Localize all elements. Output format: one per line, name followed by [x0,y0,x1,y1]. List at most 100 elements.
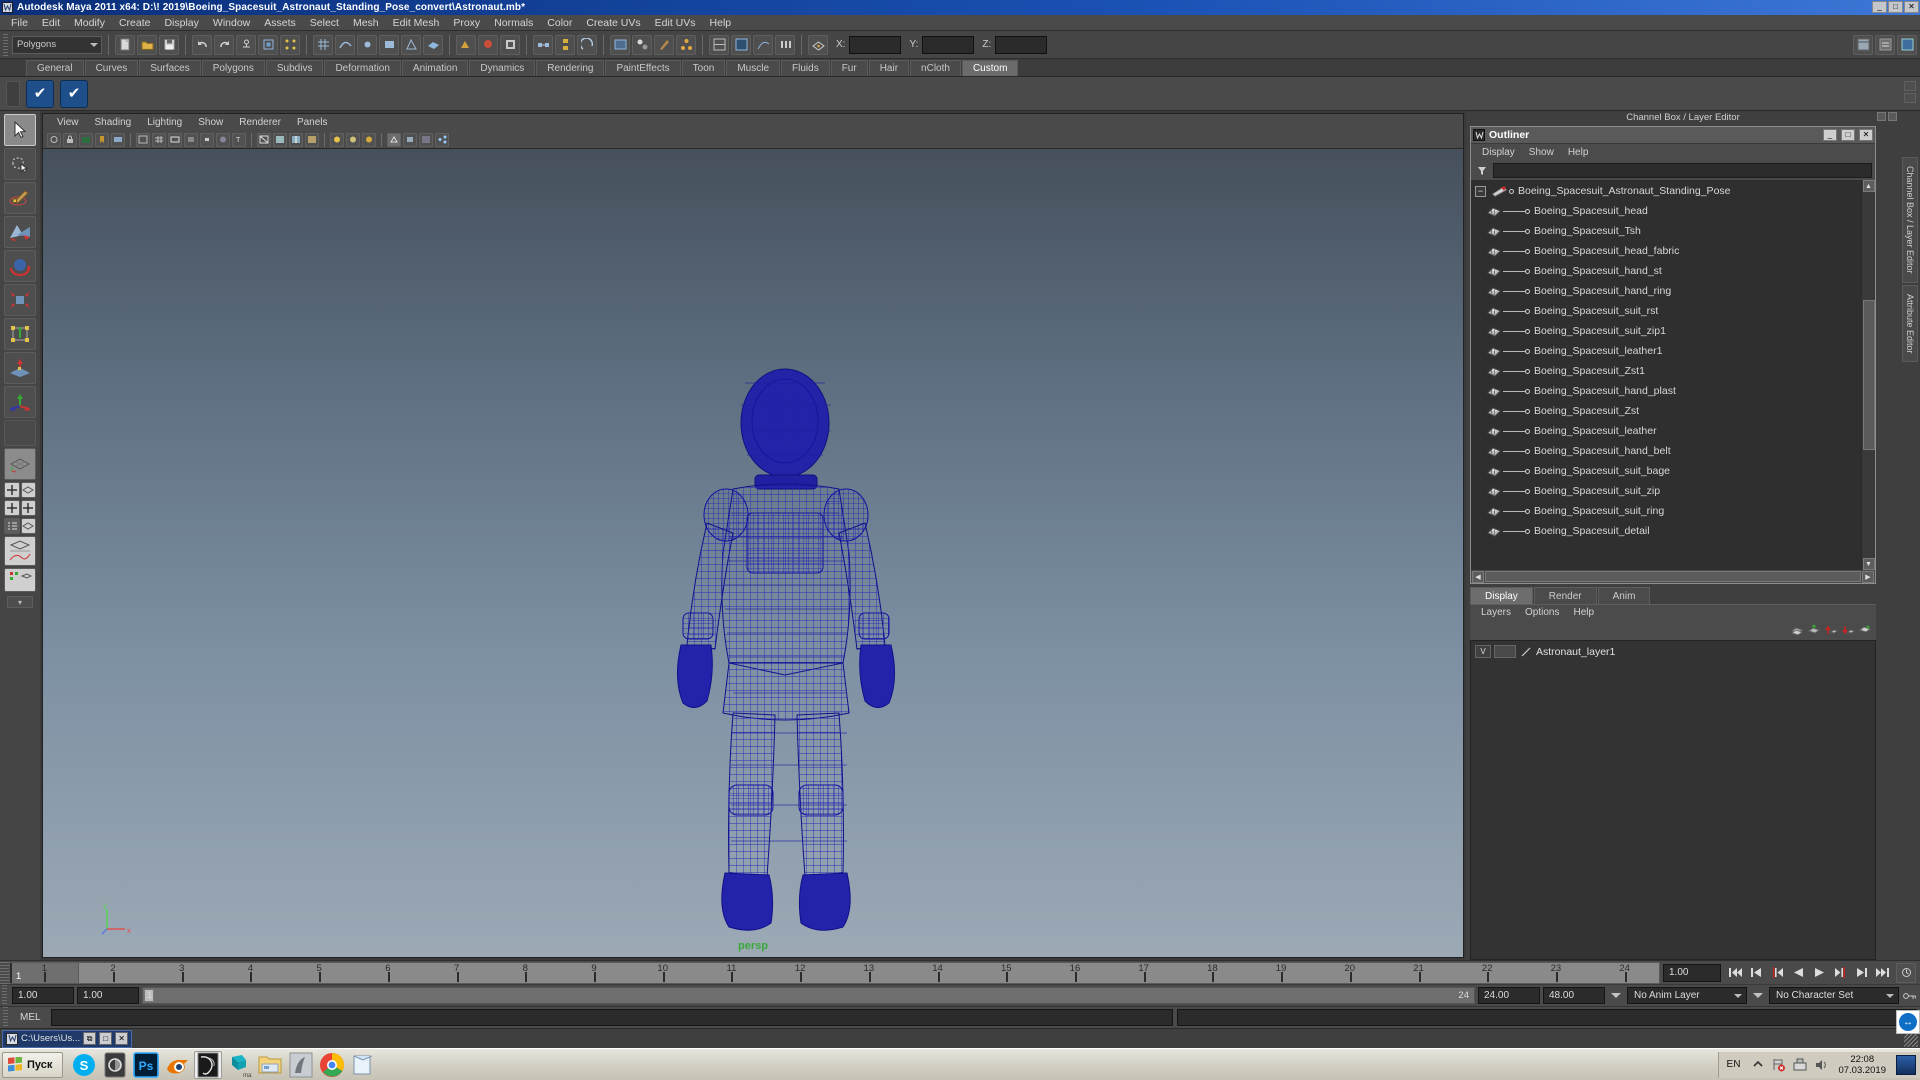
options-menu[interactable]: Options [1518,607,1566,618]
menu-modify[interactable]: Modify [67,15,112,31]
current-time-field[interactable]: 1.00 [1663,963,1721,982]
texture-display-icon[interactable] [305,132,319,147]
range-end-time-field[interactable]: 24.00 [1478,987,1540,1004]
layer-color-swatch-icon[interactable] [1519,645,1533,658]
vp-menu-view[interactable]: View [49,117,87,128]
notepad-icon[interactable] [349,1051,377,1079]
snap-to-point-button[interactable] [401,34,421,55]
command-input-field[interactable] [50,1009,1173,1026]
paint-selection-tool[interactable] [4,182,36,214]
persp-outliner-layout-button[interactable] [20,482,36,498]
outliner-row-14[interactable]: Boeing_Spacesuit_suit_zip [1471,481,1861,501]
snap-curve-button[interactable] [335,34,355,55]
shelf-tab-surfaces[interactable]: Surfaces [139,60,201,76]
outliner-row-8[interactable]: Boeing_Spacesuit_Zst1 [1471,361,1861,381]
x-coord-field[interactable] [849,35,902,54]
shelf-tab-muscle[interactable]: Muscle [726,60,781,76]
go-to-start-icon[interactable] [1727,965,1743,981]
shelf-tab-custom[interactable]: Custom [961,60,1019,76]
soft-modification-tool[interactable] [4,352,36,384]
shelf-tab-polygons[interactable]: Polygons [201,60,265,76]
text-overlay-icon[interactable]: T [232,132,246,147]
four-view-layout-button[interactable] [4,482,20,498]
shelf-tab-fur[interactable]: Fur [830,60,868,76]
outliner-minimize-button[interactable]: _ [1823,129,1837,141]
component-display-mode-icon[interactable] [808,34,828,55]
resize-grip-icon[interactable] [1904,1033,1918,1047]
scroll-up-icon[interactable]: ▲ [1862,180,1875,192]
new-scene-button[interactable] [115,34,135,55]
ipr-render-button[interactable] [478,34,498,55]
camera-attributes-icon[interactable] [79,132,93,147]
new-layer-icon[interactable] [1790,623,1804,637]
render-settings-button[interactable] [500,34,520,55]
step-back-frame-icon[interactable] [1769,965,1785,981]
menu-create-uvs[interactable]: Create UVs [579,15,647,31]
shelf-scroll-controls[interactable] [1904,81,1916,103]
step-back-keyframe-icon[interactable] [1748,965,1764,981]
outliner-menu-help[interactable]: Help [1561,147,1596,158]
snap-point-button[interactable] [357,34,377,55]
menu-create[interactable]: Create [112,15,158,31]
minimized-window-item[interactable]: C:\Users\Us... ⧉ □ ✕ [2,1029,133,1048]
new-layer-from-selected-icon[interactable] [1807,623,1821,637]
layer-row-0[interactable]: V Astronaut_layer1 [1471,643,1875,660]
range-slider-grip[interactable] [2,984,7,1007]
3dsmax-icon[interactable]: max [225,1051,253,1079]
layer-visibility-toggle[interactable]: V [1475,645,1491,658]
close-button[interactable]: ✕ [1904,1,1919,13]
shelf-tab-dynamics[interactable]: Dynamics [469,60,536,76]
expand-collapse-icon[interactable]: − [1475,185,1486,197]
rotate-tool[interactable] [4,250,36,282]
shelf-item-check-2[interactable]: ✔ [60,79,88,108]
construction-plane-button[interactable] [423,34,443,55]
menu-color[interactable]: Color [540,15,579,31]
help-menu[interactable]: Help [1566,607,1601,618]
outliner-row-9[interactable]: Boeing_Spacesuit_hand_plast [1471,381,1861,401]
vp-menu-panels[interactable]: Panels [289,117,336,128]
outliner-tree[interactable]: − Boeing_Spacesuit_Astronaut_Standing_Po… [1471,180,1875,570]
toolbar-grip[interactable] [3,33,8,56]
move-layer-down-icon[interactable] [1841,623,1855,637]
persp-graph-editor-layout-button[interactable] [4,536,36,566]
select-tool[interactable] [4,114,36,146]
shelf-tab-subdivs[interactable]: Subdivs [265,60,324,76]
two-d-pan-zoom-icon[interactable] [136,132,150,147]
last-tool-used-slot[interactable] [4,420,36,446]
scale-tool[interactable] [4,284,36,316]
vp-menu-lighting[interactable]: Lighting [139,117,190,128]
skype-icon[interactable]: S [70,1051,98,1079]
open-scene-button[interactable] [137,34,157,55]
outliner-row-4[interactable]: Boeing_Spacesuit_hand_ring [1471,281,1861,301]
move-layer-up-icon[interactable] [1824,623,1838,637]
use-all-lights-icon[interactable] [346,132,360,147]
bookmark-icon[interactable] [95,132,109,147]
network-error-icon[interactable] [1771,1057,1786,1072]
viewport-3d-canvas[interactable]: y x persp [43,149,1463,957]
hypergraph-button[interactable] [676,34,696,55]
input-connections-button[interactable] [533,34,553,55]
animation-end-time-field[interactable]: 48.00 [1543,987,1605,1004]
toggle-dope-sheet-button[interactable] [775,34,795,55]
select-by-object-button[interactable] [258,34,278,55]
outliner-menu-show[interactable]: Show [1522,147,1561,158]
show-attribute-editor-button[interactable] [1875,34,1895,55]
layers-menu[interactable]: Layers [1474,607,1518,618]
paint-effects-button[interactable] [654,34,674,55]
show-manipulator-tool[interactable] [4,386,36,418]
render-current-frame-button[interactable] [456,34,476,55]
select-camera-icon[interactable] [47,132,61,147]
menu-mesh[interactable]: Mesh [346,15,386,31]
vp-menu-renderer[interactable]: Renderer [231,117,289,128]
persp-graph-layout-button[interactable] [20,518,36,534]
shelf-options-grip[interactable] [6,81,20,107]
menu-file[interactable]: File [4,15,35,31]
resolution-gate-icon[interactable] [184,132,198,147]
menu-normals[interactable]: Normals [487,15,540,31]
use-default-lighting-icon[interactable] [330,132,344,147]
outliner-row-1[interactable]: Boeing_Spacesuit_Tsh [1471,221,1861,241]
shadows-icon[interactable] [362,132,376,147]
two-panes-stacked-button[interactable] [4,500,20,516]
teamviewer-badge-icon[interactable]: ↔ [1896,1010,1920,1034]
shelf-tab-deformation[interactable]: Deformation [324,60,401,76]
